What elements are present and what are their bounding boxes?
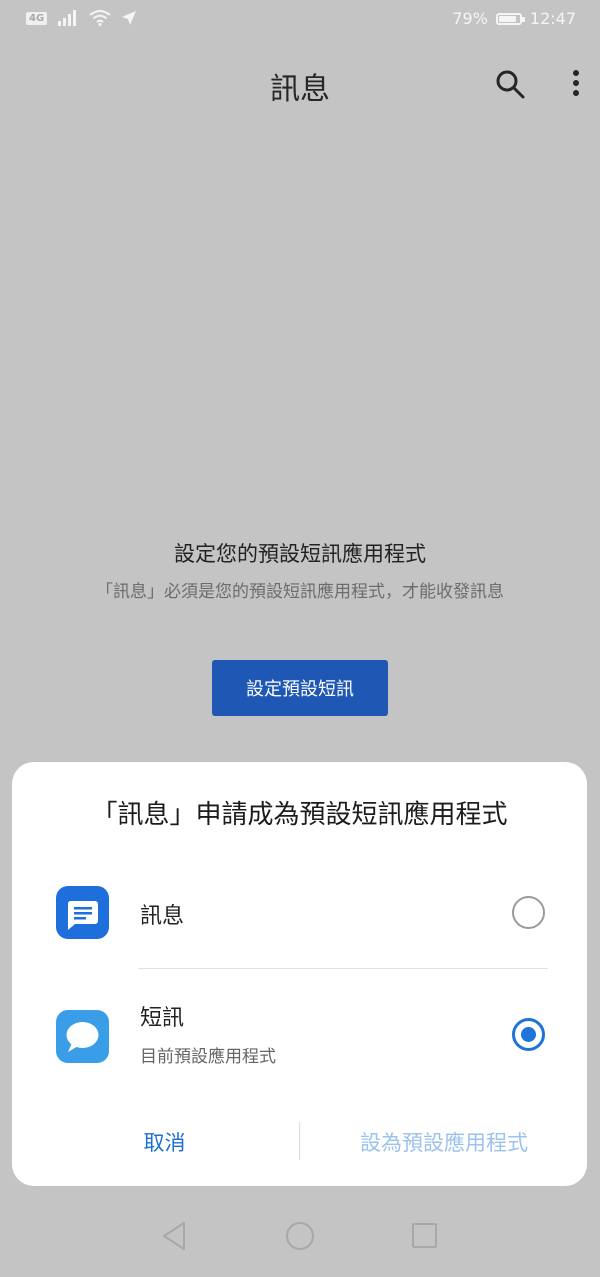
empty-state-title: 設定您的預設短訊應用程式	[174, 542, 426, 566]
option-messages[interactable]: 訊息	[12, 862, 587, 962]
battery-icon	[495, 12, 525, 25]
status-right: 79% 12:47	[452, 9, 576, 28]
dialog-title: 「訊息」申請成為預設短訊應用程式	[91, 800, 508, 830]
navigation-bar	[0, 1200, 600, 1277]
back-triangle-icon	[163, 1222, 185, 1250]
default-sms-dialog: 「訊息」申請成為預設短訊應用程式 訊息 短訊 目前預設應用程式 取消 設為預設應…	[12, 762, 587, 1186]
chat-bubble-icon	[66, 1022, 99, 1052]
option-divider	[138, 968, 548, 969]
radio-sms[interactable]	[512, 1018, 545, 1051]
wifi-icon	[89, 10, 111, 26]
option-subtitle: 目前預設應用程式	[140, 1047, 276, 1067]
app-bar: 訊息	[0, 50, 600, 116]
search-icon	[496, 70, 525, 99]
status-left: 4G	[26, 10, 137, 26]
network-badge: 4G	[26, 11, 48, 25]
sms-app-icon	[56, 1010, 109, 1063]
signal-icon	[58, 10, 77, 26]
empty-state-body: 「訊息」必須是您的預設短訊應用程式，才能收發訊息	[96, 582, 504, 602]
more-vertical-icon	[573, 70, 579, 96]
cancel-button[interactable]: 取消	[102, 1124, 227, 1160]
recents-square-icon[interactable]	[412, 1223, 437, 1248]
action-separator	[299, 1122, 300, 1160]
option-label: 短訊	[140, 1006, 185, 1031]
option-sms[interactable]: 短訊 目前預設應用程式	[12, 970, 587, 1086]
set-default-sms-button[interactable]: 設定預設短訊	[212, 660, 388, 716]
more-options-button[interactable]	[562, 66, 590, 102]
messages-app-icon	[56, 886, 109, 939]
battery-fill	[498, 15, 517, 22]
status-bar: 4G 79% 12:47	[0, 0, 600, 40]
battery-percent: 79%	[452, 9, 488, 28]
home-circle-icon[interactable]	[286, 1222, 314, 1250]
dialog-actions: 取消 設為預設應用程式	[12, 1118, 587, 1166]
radio-selected-dot	[521, 1027, 536, 1042]
messages-bubble-icon	[67, 901, 98, 930]
radio-messages[interactable]	[512, 896, 545, 929]
option-label: 訊息	[140, 904, 185, 929]
search-button[interactable]	[492, 66, 528, 102]
set-default-app-button[interactable]: 設為預設應用程式	[324, 1124, 564, 1160]
back-button[interactable]	[160, 1220, 188, 1252]
clock: 12:47	[529, 9, 576, 28]
location-arrow-icon	[122, 11, 137, 25]
